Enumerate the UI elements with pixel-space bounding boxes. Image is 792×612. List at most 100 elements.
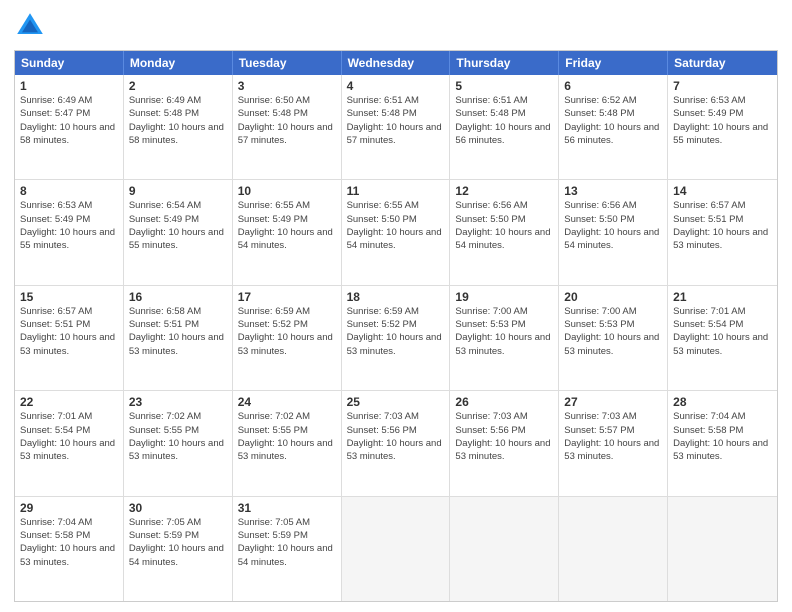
day-number: 20 bbox=[564, 290, 662, 304]
day-number: 29 bbox=[20, 501, 118, 515]
calendar-cell: 24Sunrise: 7:02 AMSunset: 5:55 PMDayligh… bbox=[233, 391, 342, 495]
day-number: 9 bbox=[129, 184, 227, 198]
day-number: 17 bbox=[238, 290, 336, 304]
day-number: 15 bbox=[20, 290, 118, 304]
day-number: 11 bbox=[347, 184, 445, 198]
day-number: 27 bbox=[564, 395, 662, 409]
day-info: Sunrise: 6:57 AMSunset: 5:51 PMDaylight:… bbox=[673, 199, 772, 252]
header-day: Wednesday bbox=[342, 51, 451, 75]
calendar-cell: 9Sunrise: 6:54 AMSunset: 5:49 PMDaylight… bbox=[124, 180, 233, 284]
calendar-cell bbox=[668, 497, 777, 601]
day-info: Sunrise: 7:01 AMSunset: 5:54 PMDaylight:… bbox=[20, 410, 118, 463]
calendar-cell: 22Sunrise: 7:01 AMSunset: 5:54 PMDayligh… bbox=[15, 391, 124, 495]
day-info: Sunrise: 6:54 AMSunset: 5:49 PMDaylight:… bbox=[129, 199, 227, 252]
day-number: 5 bbox=[455, 79, 553, 93]
calendar-header: SundayMondayTuesdayWednesdayThursdayFrid… bbox=[15, 51, 777, 75]
day-number: 25 bbox=[347, 395, 445, 409]
day-info: Sunrise: 7:02 AMSunset: 5:55 PMDaylight:… bbox=[129, 410, 227, 463]
calendar-cell: 3Sunrise: 6:50 AMSunset: 5:48 PMDaylight… bbox=[233, 75, 342, 179]
header-day: Monday bbox=[124, 51, 233, 75]
day-number: 28 bbox=[673, 395, 772, 409]
day-info: Sunrise: 6:59 AMSunset: 5:52 PMDaylight:… bbox=[347, 305, 445, 358]
day-number: 1 bbox=[20, 79, 118, 93]
day-number: 31 bbox=[238, 501, 336, 515]
day-number: 19 bbox=[455, 290, 553, 304]
day-info: Sunrise: 6:51 AMSunset: 5:48 PMDaylight:… bbox=[347, 94, 445, 147]
calendar-body: 1Sunrise: 6:49 AMSunset: 5:47 PMDaylight… bbox=[15, 75, 777, 601]
day-info: Sunrise: 6:50 AMSunset: 5:48 PMDaylight:… bbox=[238, 94, 336, 147]
calendar-row: 15Sunrise: 6:57 AMSunset: 5:51 PMDayligh… bbox=[15, 285, 777, 390]
day-info: Sunrise: 6:49 AMSunset: 5:48 PMDaylight:… bbox=[129, 94, 227, 147]
day-info: Sunrise: 6:56 AMSunset: 5:50 PMDaylight:… bbox=[564, 199, 662, 252]
day-number: 16 bbox=[129, 290, 227, 304]
calendar-cell: 1Sunrise: 6:49 AMSunset: 5:47 PMDaylight… bbox=[15, 75, 124, 179]
day-number: 13 bbox=[564, 184, 662, 198]
header-day: Tuesday bbox=[233, 51, 342, 75]
day-number: 2 bbox=[129, 79, 227, 93]
calendar-cell: 30Sunrise: 7:05 AMSunset: 5:59 PMDayligh… bbox=[124, 497, 233, 601]
logo-icon bbox=[14, 10, 46, 42]
day-info: Sunrise: 6:53 AMSunset: 5:49 PMDaylight:… bbox=[20, 199, 118, 252]
day-info: Sunrise: 6:59 AMSunset: 5:52 PMDaylight:… bbox=[238, 305, 336, 358]
day-number: 22 bbox=[20, 395, 118, 409]
calendar-cell: 2Sunrise: 6:49 AMSunset: 5:48 PMDaylight… bbox=[124, 75, 233, 179]
header-day: Sunday bbox=[15, 51, 124, 75]
calendar-cell: 26Sunrise: 7:03 AMSunset: 5:56 PMDayligh… bbox=[450, 391, 559, 495]
logo bbox=[14, 10, 50, 42]
day-number: 12 bbox=[455, 184, 553, 198]
day-number: 26 bbox=[455, 395, 553, 409]
day-number: 7 bbox=[673, 79, 772, 93]
calendar-cell: 28Sunrise: 7:04 AMSunset: 5:58 PMDayligh… bbox=[668, 391, 777, 495]
calendar-cell: 16Sunrise: 6:58 AMSunset: 5:51 PMDayligh… bbox=[124, 286, 233, 390]
day-info: Sunrise: 7:00 AMSunset: 5:53 PMDaylight:… bbox=[564, 305, 662, 358]
calendar-cell: 17Sunrise: 6:59 AMSunset: 5:52 PMDayligh… bbox=[233, 286, 342, 390]
calendar-cell: 25Sunrise: 7:03 AMSunset: 5:56 PMDayligh… bbox=[342, 391, 451, 495]
calendar-cell: 10Sunrise: 6:55 AMSunset: 5:49 PMDayligh… bbox=[233, 180, 342, 284]
calendar-row: 22Sunrise: 7:01 AMSunset: 5:54 PMDayligh… bbox=[15, 390, 777, 495]
calendar-cell: 18Sunrise: 6:59 AMSunset: 5:52 PMDayligh… bbox=[342, 286, 451, 390]
calendar-row: 29Sunrise: 7:04 AMSunset: 5:58 PMDayligh… bbox=[15, 496, 777, 601]
day-number: 10 bbox=[238, 184, 336, 198]
calendar-cell: 13Sunrise: 6:56 AMSunset: 5:50 PMDayligh… bbox=[559, 180, 668, 284]
day-info: Sunrise: 7:03 AMSunset: 5:56 PMDaylight:… bbox=[347, 410, 445, 463]
day-info: Sunrise: 6:53 AMSunset: 5:49 PMDaylight:… bbox=[673, 94, 772, 147]
calendar-cell: 27Sunrise: 7:03 AMSunset: 5:57 PMDayligh… bbox=[559, 391, 668, 495]
calendar-cell: 19Sunrise: 7:00 AMSunset: 5:53 PMDayligh… bbox=[450, 286, 559, 390]
header-day: Friday bbox=[559, 51, 668, 75]
day-number: 8 bbox=[20, 184, 118, 198]
calendar-cell: 7Sunrise: 6:53 AMSunset: 5:49 PMDaylight… bbox=[668, 75, 777, 179]
calendar-cell: 23Sunrise: 7:02 AMSunset: 5:55 PMDayligh… bbox=[124, 391, 233, 495]
header bbox=[14, 10, 778, 42]
day-number: 14 bbox=[673, 184, 772, 198]
day-number: 21 bbox=[673, 290, 772, 304]
calendar-cell bbox=[450, 497, 559, 601]
calendar-row: 8Sunrise: 6:53 AMSunset: 5:49 PMDaylight… bbox=[15, 179, 777, 284]
day-info: Sunrise: 6:58 AMSunset: 5:51 PMDaylight:… bbox=[129, 305, 227, 358]
day-number: 30 bbox=[129, 501, 227, 515]
day-number: 4 bbox=[347, 79, 445, 93]
day-info: Sunrise: 7:00 AMSunset: 5:53 PMDaylight:… bbox=[455, 305, 553, 358]
day-number: 3 bbox=[238, 79, 336, 93]
day-info: Sunrise: 7:05 AMSunset: 5:59 PMDaylight:… bbox=[129, 516, 227, 569]
calendar-cell: 8Sunrise: 6:53 AMSunset: 5:49 PMDaylight… bbox=[15, 180, 124, 284]
calendar-cell: 29Sunrise: 7:04 AMSunset: 5:58 PMDayligh… bbox=[15, 497, 124, 601]
header-day: Saturday bbox=[668, 51, 777, 75]
day-info: Sunrise: 6:51 AMSunset: 5:48 PMDaylight:… bbox=[455, 94, 553, 147]
day-info: Sunrise: 7:02 AMSunset: 5:55 PMDaylight:… bbox=[238, 410, 336, 463]
page: SundayMondayTuesdayWednesdayThursdayFrid… bbox=[0, 0, 792, 612]
calendar-cell: 21Sunrise: 7:01 AMSunset: 5:54 PMDayligh… bbox=[668, 286, 777, 390]
day-number: 24 bbox=[238, 395, 336, 409]
calendar: SundayMondayTuesdayWednesdayThursdayFrid… bbox=[14, 50, 778, 602]
day-info: Sunrise: 7:01 AMSunset: 5:54 PMDaylight:… bbox=[673, 305, 772, 358]
day-info: Sunrise: 6:57 AMSunset: 5:51 PMDaylight:… bbox=[20, 305, 118, 358]
day-info: Sunrise: 7:04 AMSunset: 5:58 PMDaylight:… bbox=[673, 410, 772, 463]
day-number: 18 bbox=[347, 290, 445, 304]
day-info: Sunrise: 6:52 AMSunset: 5:48 PMDaylight:… bbox=[564, 94, 662, 147]
calendar-cell: 4Sunrise: 6:51 AMSunset: 5:48 PMDaylight… bbox=[342, 75, 451, 179]
calendar-cell: 12Sunrise: 6:56 AMSunset: 5:50 PMDayligh… bbox=[450, 180, 559, 284]
calendar-cell: 20Sunrise: 7:00 AMSunset: 5:53 PMDayligh… bbox=[559, 286, 668, 390]
day-info: Sunrise: 6:56 AMSunset: 5:50 PMDaylight:… bbox=[455, 199, 553, 252]
day-info: Sunrise: 6:55 AMSunset: 5:50 PMDaylight:… bbox=[347, 199, 445, 252]
calendar-cell: 5Sunrise: 6:51 AMSunset: 5:48 PMDaylight… bbox=[450, 75, 559, 179]
calendar-cell bbox=[342, 497, 451, 601]
